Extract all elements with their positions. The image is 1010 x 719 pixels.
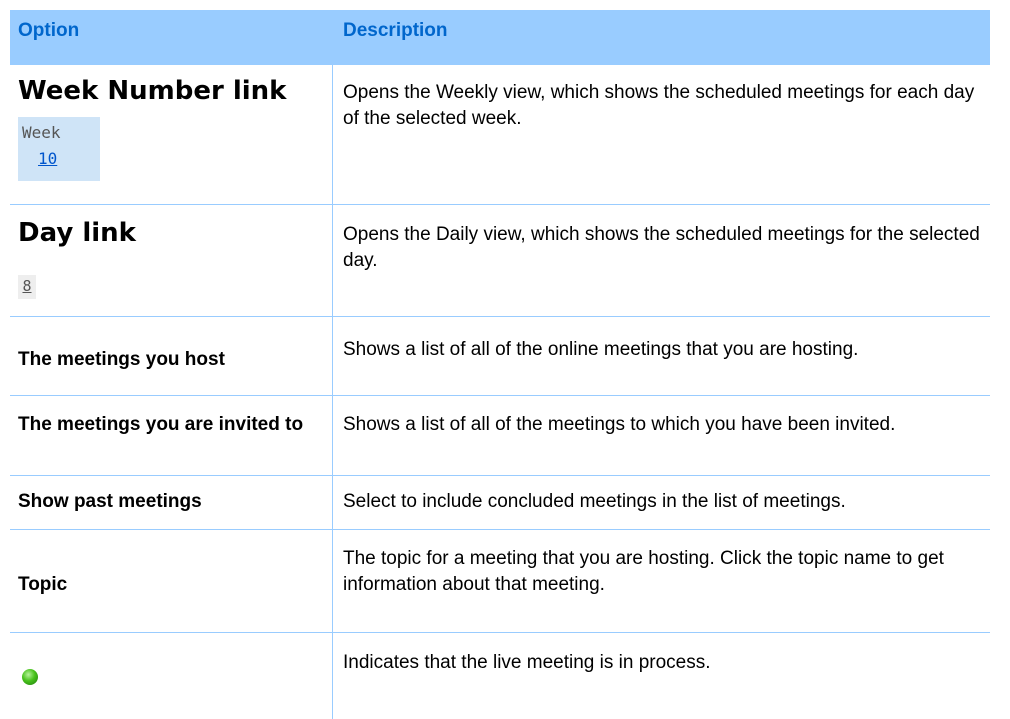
topic-description: The topic for a meeting that you are hos… xyxy=(343,548,944,595)
row-divider xyxy=(10,529,990,530)
day-link-label: Day link xyxy=(18,218,136,248)
live-meeting-description: Indicates that the live meeting is in pr… xyxy=(343,652,711,673)
day-link-sample[interactable]: 8 xyxy=(18,275,36,299)
header-description: Description xyxy=(343,20,448,41)
meetings-you-host-description: Shows a list of all of the online meetin… xyxy=(343,339,859,360)
meetings-you-host-label: The meetings you host xyxy=(18,349,225,370)
row-divider xyxy=(10,475,990,476)
row-divider xyxy=(10,316,990,317)
topic-label: Topic xyxy=(18,574,68,595)
week-number-link-sample[interactable]: Week 10 xyxy=(18,117,100,181)
header-option: Option xyxy=(18,20,80,41)
meetings-invited-to-description: Shows a list of all of the meetings to w… xyxy=(343,414,896,435)
row-divider xyxy=(10,395,990,396)
week-number-link-description: Opens the Weekly view, which shows the s… xyxy=(343,82,975,129)
week-text: Week xyxy=(22,123,61,142)
week-number-link-label: Week Number link xyxy=(18,76,287,106)
column-divider xyxy=(332,65,333,719)
show-past-meetings-description: Select to include concluded meetings in … xyxy=(343,491,846,512)
show-past-meetings-label: Show past meetings xyxy=(18,491,202,512)
table-header: Option Description xyxy=(10,10,990,65)
green-status-dot-icon xyxy=(22,669,38,685)
row-divider xyxy=(10,204,990,205)
row-divider xyxy=(10,632,990,633)
meetings-invited-to-label: The meetings you are invited to xyxy=(18,414,304,435)
week-number[interactable]: 10 xyxy=(38,149,57,168)
day-link-description: Opens the Daily view, which shows the sc… xyxy=(343,224,980,271)
